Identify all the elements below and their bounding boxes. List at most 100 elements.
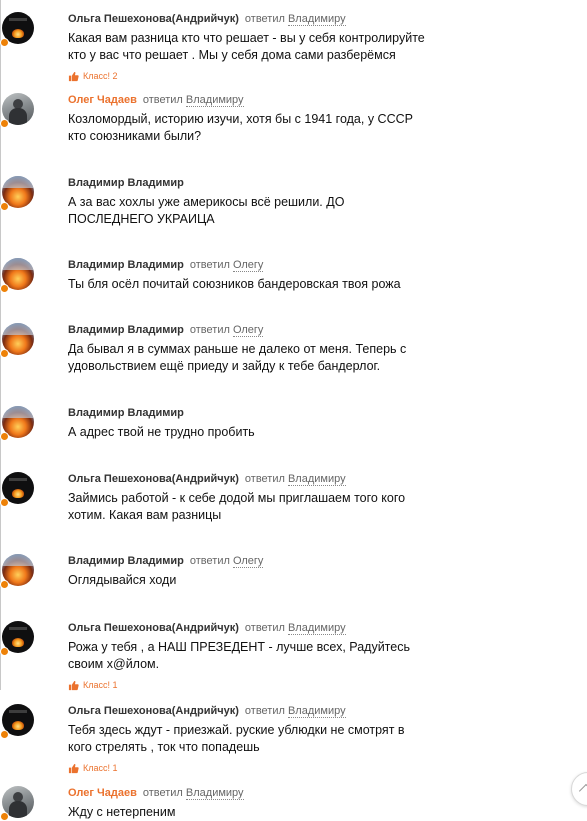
comment-meta: Владимир Владимир	[68, 406, 568, 420]
comment-text-line: Оглядывайся ходи	[68, 573, 177, 587]
author-name[interactable]: Ольга Пешехонова(Андрийчук)	[68, 13, 239, 25]
comment-text: Козломордый, историю изучи, хотя бы с 19…	[68, 111, 568, 145]
comment-text-line: Козломордый, историю изучи, хотя бы с 19…	[68, 112, 413, 126]
like-button[interactable]: Класс! 1	[68, 762, 568, 774]
comment-meta: Ольга Пешехонова(Андрийчук) ответил Влади…	[68, 621, 568, 635]
comment-text: Займись работой - к себе додой мы пригла…	[68, 490, 568, 524]
avatar[interactable]	[0, 621, 34, 656]
comment-text-line: Тебя здесь ждут - приезжай. руские ублюд…	[68, 723, 405, 737]
comment-text: Ты бля осёл почитай союзников бандеровск…	[68, 276, 568, 293]
online-status-icon	[0, 202, 9, 211]
like-count-label: Класс! 1	[83, 763, 118, 773]
comment-text-line: Какая вам разница кто что решает - вы у …	[68, 31, 425, 45]
like-count-label: Класс! 2	[83, 71, 118, 81]
comment-item: Ольга Пешехонова(Андрийчук) ответил Влади…	[0, 472, 568, 524]
comment-text-line: Да бывал я в суммах раньше не далеко от …	[68, 342, 407, 356]
comment-text-line: кто у вас что решает . Мы у себя дома са…	[68, 48, 396, 62]
online-status-icon	[0, 580, 9, 589]
scroll-to-top-button[interactable]	[571, 772, 587, 806]
reply-label: ответил	[189, 555, 230, 567]
reply-target-link[interactable]: Олегу	[232, 555, 264, 568]
author-name[interactable]: Олег Чадаев	[68, 787, 137, 799]
online-status-icon	[0, 432, 9, 441]
thumbs-up-icon	[68, 71, 79, 81]
comment-text-line: хотим. Какая вам разницы	[68, 508, 222, 522]
author-name[interactable]: Владимир Владимир	[68, 259, 184, 271]
comment-text: Жду с нетерпеним	[68, 804, 568, 821]
author-name[interactable]: Ольга Пешехонова(Андрийчук)	[68, 705, 239, 717]
avatar[interactable]	[0, 258, 34, 293]
comment-meta: Владимир Владимир ответил Олегу	[68, 554, 568, 568]
reply-target-link[interactable]: Владимиру	[287, 13, 346, 26]
reply-label: ответил	[244, 705, 285, 717]
comment-text: Рожа у тебя , а НАШ ПРЕЗЕДЕНТ - лучше вс…	[68, 639, 568, 673]
comment-text-line: своим х@йлом.	[68, 657, 160, 671]
avatar[interactable]	[0, 93, 34, 128]
avatar[interactable]	[0, 472, 34, 507]
author-name[interactable]: Ольга Пешехонова(Андрийчук)	[68, 622, 239, 634]
comment-text-line: ПОСЛЕДНЕГО УКРАИЦА	[68, 212, 215, 226]
comment-item: Владимир Владимир ответил Олегу Ты бля осё…	[0, 258, 568, 293]
author-name[interactable]: Олег Чадаев	[68, 94, 137, 106]
comment-text: Да бывал я в суммах раньше не далеко от …	[68, 341, 568, 375]
comment-text: А за вас хохлы уже америкосы всё решили.…	[68, 194, 568, 228]
comment-text-line: кто союзниками были?	[68, 129, 202, 143]
thumbs-up-icon	[68, 763, 79, 773]
comment-meta: Владимир Владимир	[68, 176, 568, 190]
reply-target-link[interactable]: Владимиру	[185, 787, 244, 800]
thumbs-up-icon	[68, 680, 79, 690]
reply-target-link[interactable]: Олегу	[232, 259, 264, 272]
online-status-icon	[0, 498, 9, 507]
reply-label: ответил	[244, 13, 285, 25]
comment-text: Тебя здесь ждут - приезжай. руские ублюд…	[68, 722, 568, 756]
comment-meta: Олег Чадаев ответил Владимиру	[68, 93, 568, 107]
author-name[interactable]: Владимир Владимир	[68, 177, 184, 189]
avatar[interactable]	[0, 704, 34, 739]
reply-label: ответил	[244, 622, 285, 634]
comment-meta: Ольга Пешехонова(Андрийчук) ответил Влади…	[68, 704, 568, 718]
avatar[interactable]	[0, 323, 34, 358]
online-status-icon	[0, 730, 9, 739]
avatar[interactable]	[0, 406, 34, 441]
author-name[interactable]: Владимир Владимир	[68, 555, 184, 567]
comment-text: Оглядывайся ходи	[68, 572, 568, 589]
reply-target-link[interactable]: Владимиру	[287, 622, 346, 635]
like-button[interactable]: Класс! 2	[68, 70, 568, 82]
author-name[interactable]: Ольга Пешехонова(Андрийчук)	[68, 473, 239, 485]
reply-target-link[interactable]: Владимиру	[185, 94, 244, 107]
comment-item: Владимир Владимир ответил Олегу Оглядывайс…	[0, 554, 568, 589]
author-name[interactable]: Владимир Владимир	[68, 407, 184, 419]
comment-text-line: Займись работой - к себе додой мы пригла…	[68, 491, 406, 505]
comment-text: Какая вам разница кто что решает - вы у …	[68, 30, 568, 64]
comment-item: Владимир Владимир А адрес твой не трудно …	[0, 406, 568, 441]
comment-meta: Владимир Владимир ответил Олегу	[68, 323, 568, 337]
online-status-icon	[0, 284, 9, 293]
comment-item: Владимир Владимир ответил Олегу Да бывал я…	[0, 323, 568, 375]
like-count-label: Класс! 1	[83, 680, 118, 690]
author-name[interactable]: Владимир Владимир	[68, 324, 184, 336]
reply-target-link[interactable]: Владимиру	[287, 473, 346, 486]
avatar[interactable]	[0, 786, 34, 821]
avatar[interactable]	[0, 176, 34, 211]
avatar[interactable]	[0, 554, 34, 589]
reply-label: ответил	[189, 324, 230, 336]
reply-target-link[interactable]: Олегу	[232, 324, 264, 337]
comment-item: Олег Чадаев ответил Владимиру Жду с нетерп…	[0, 786, 568, 821]
online-status-icon	[0, 349, 9, 358]
comment-text-line: Жду с нетерпеним	[68, 805, 176, 819]
reply-label: ответил	[142, 787, 183, 799]
comment-meta: Владимир Владимир ответил Олегу	[68, 258, 568, 272]
comment-item: Владимир Владимир А за вас хохлы уже амер…	[0, 176, 568, 228]
reply-label: ответил	[189, 259, 230, 271]
reply-label: ответил	[142, 94, 183, 106]
comment-meta: Олег Чадаев ответил Владимиру	[68, 786, 568, 800]
comment-text-line: Рожа у тебя , а НАШ ПРЕЗЕДЕНТ - лучше вс…	[68, 640, 410, 654]
like-button[interactable]: Класс! 1	[68, 679, 568, 691]
online-status-icon	[0, 119, 9, 128]
comment-item: Ольга Пешехонова(Андрийчук) ответил Влади…	[0, 704, 568, 774]
reply-target-link[interactable]: Владимиру	[287, 705, 346, 718]
comment-item: Ольга Пешехонова(Андрийчук) ответил Влади…	[0, 12, 568, 82]
comment-text: А адрес твой не трудно пробить	[68, 424, 568, 441]
online-status-icon	[0, 647, 9, 656]
avatar[interactable]	[0, 12, 34, 47]
